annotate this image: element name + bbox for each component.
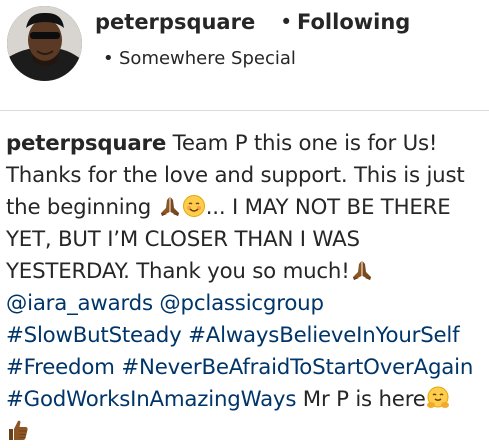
mention-link[interactable]: @iara_awards [6, 291, 153, 316]
caption-text: Team P this one is for Us! [166, 131, 438, 156]
location-separator: • [103, 48, 114, 69]
header-divider [0, 110, 489, 111]
avatar-image [7, 6, 82, 81]
caption-line: Thanks for the love and support. This is… [6, 160, 486, 192]
caption-line [6, 416, 486, 448]
caption-line: YET, BUT I’M CLOSER THAN I WAS [6, 224, 486, 256]
avatar[interactable] [7, 6, 82, 81]
thumbs-up-icon [6, 418, 30, 442]
post-username[interactable]: peterpsquare [95, 10, 255, 34]
hashtag-link[interactable]: #NeverBeAfraidToStartOverAgain [121, 355, 473, 380]
caption-username[interactable]: peterpsquare [6, 131, 166, 156]
smiling-face-icon [182, 194, 206, 218]
hashtag-link[interactable]: #GodWorksInAmazingWays [6, 387, 296, 412]
follow-separator: • [280, 10, 293, 34]
post-caption: peterpsquare Team P this one is for Us! … [6, 128, 486, 448]
folded-hands-icon [350, 258, 374, 282]
hashtag-link[interactable]: #Freedom [6, 355, 115, 380]
folded-hands-icon [158, 194, 182, 218]
hashtag-link[interactable]: #AlwaysBelieveInYourSelf [188, 323, 460, 348]
caption-text: Mr P is here [296, 387, 426, 412]
caption-line: #GodWorksInAmazingWays Mr P is here [6, 384, 486, 416]
caption-line: the beginning ... I MAY NOT BE THERE [6, 192, 486, 224]
caption-line: YESTERDAY. Thank you so much! [6, 256, 486, 288]
caption-text: YET, BUT I’M CLOSER THAN I WAS [6, 227, 360, 252]
caption-text: the beginning [6, 195, 158, 220]
mention-link[interactable]: @pclassicgroup [159, 291, 324, 316]
caption-line: peterpsquare Team P this one is for Us! [6, 128, 486, 160]
hashtag-link[interactable]: #SlowButSteady [6, 323, 182, 348]
post-location[interactable]: Somewhere Special [119, 48, 296, 69]
post-header: peterpsquare • Following • Somewhere Spe… [0, 0, 489, 110]
following-button[interactable]: Following [297, 10, 410, 34]
caption-line: #SlowButSteady #AlwaysBelieveInYourSelf [6, 320, 486, 352]
caption-text: ... I MAY NOT BE THERE [205, 195, 451, 220]
caption-text: YESTERDAY. Thank you so much! [6, 259, 350, 284]
caption-text: Thanks for the love and support. This is… [6, 163, 465, 188]
hugging-face-icon [426, 386, 450, 410]
caption-line: #Freedom #NeverBeAfraidToStartOverAgain [6, 352, 486, 384]
caption-line: @iara_awards @pclassicgroup [6, 288, 486, 320]
